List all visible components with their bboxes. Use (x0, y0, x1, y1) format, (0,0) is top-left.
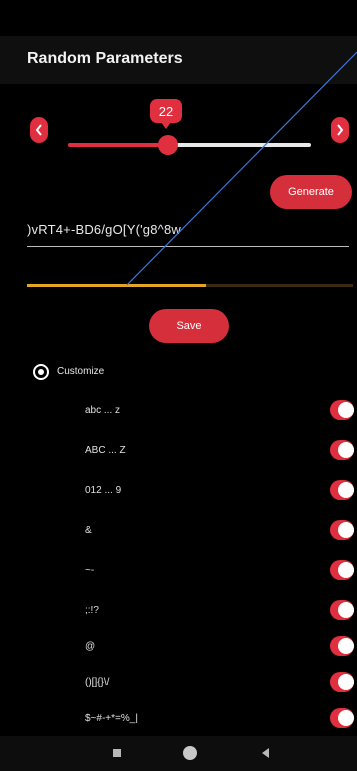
customize-radio[interactable] (33, 364, 49, 380)
option-label: abc ... z (85, 405, 121, 416)
option-label: & (85, 525, 92, 536)
slider-value: 22 (158, 103, 174, 119)
option-label: ;:!? (85, 605, 99, 616)
toggle-knob (338, 402, 354, 418)
customize-label: Customize (57, 366, 105, 377)
option-row-brackets: ()[]{}\/ (0, 668, 357, 700)
toggle-switch[interactable] (330, 672, 354, 692)
option-row-ampersand: & (0, 516, 357, 548)
home-icon[interactable] (183, 746, 197, 760)
increase-button[interactable] (331, 117, 349, 143)
chevron-left-icon (35, 124, 42, 136)
option-row-uppercase: ABC ... Z (0, 436, 357, 468)
slider-value-bubble: 22 (150, 99, 182, 129)
status-bar (0, 0, 357, 36)
recents-icon[interactable] (113, 749, 121, 757)
generate-button[interactable]: Generate (270, 175, 352, 209)
toggle-switch[interactable] (330, 636, 354, 656)
app-bar: Random Parameters (0, 36, 357, 84)
toggle-knob (338, 710, 354, 726)
option-label: @ (85, 641, 96, 652)
option-row-lowercase: abc ... z (0, 396, 357, 428)
toggle-switch[interactable] (330, 480, 354, 500)
strength-bar (27, 284, 353, 287)
option-label: ~- (85, 565, 95, 576)
toggle-knob (338, 562, 354, 578)
option-row-at: @ (0, 632, 357, 664)
option-label: 012 ... 9 (85, 485, 122, 496)
toggle-switch[interactable] (330, 708, 354, 728)
option-row-symbols: $~#-+*=%_| (0, 704, 357, 736)
option-label: $~#-+*=%_| (85, 713, 138, 724)
option-row-punctuation: ;:!? (0, 596, 357, 628)
app-title: Random Parameters (27, 50, 183, 67)
toggle-switch[interactable] (330, 560, 354, 580)
toggle-switch[interactable] (330, 440, 354, 460)
slider-thumb[interactable] (158, 135, 178, 155)
option-row-digits: 012 ... 9 (0, 476, 357, 508)
toggle-knob (338, 482, 354, 498)
save-button[interactable]: Save (149, 309, 229, 343)
toggle-knob (338, 442, 354, 458)
toggle-knob (338, 674, 354, 690)
toggle-switch[interactable] (330, 600, 354, 620)
option-label: ABC ... Z (85, 445, 126, 456)
toggle-switch[interactable] (330, 520, 354, 540)
toggle-knob (338, 602, 354, 618)
toggle-switch[interactable] (330, 400, 354, 420)
password-field[interactable]: )vRT4+-BD6/gO[Y('g8^8w (27, 222, 349, 244)
back-icon[interactable] (262, 748, 269, 758)
system-nav-bar (0, 736, 357, 771)
toggle-knob (338, 638, 354, 654)
decrease-button[interactable] (30, 117, 48, 143)
strength-fill (27, 284, 207, 287)
slider-track-active (68, 143, 168, 147)
option-label: ()[]{}\/ (85, 677, 110, 688)
chevron-right-icon (337, 124, 344, 136)
option-row-tilde: ~- (0, 556, 357, 588)
slider-track-inactive[interactable] (168, 143, 311, 147)
toggle-knob (338, 522, 354, 538)
password-underline (27, 246, 349, 247)
